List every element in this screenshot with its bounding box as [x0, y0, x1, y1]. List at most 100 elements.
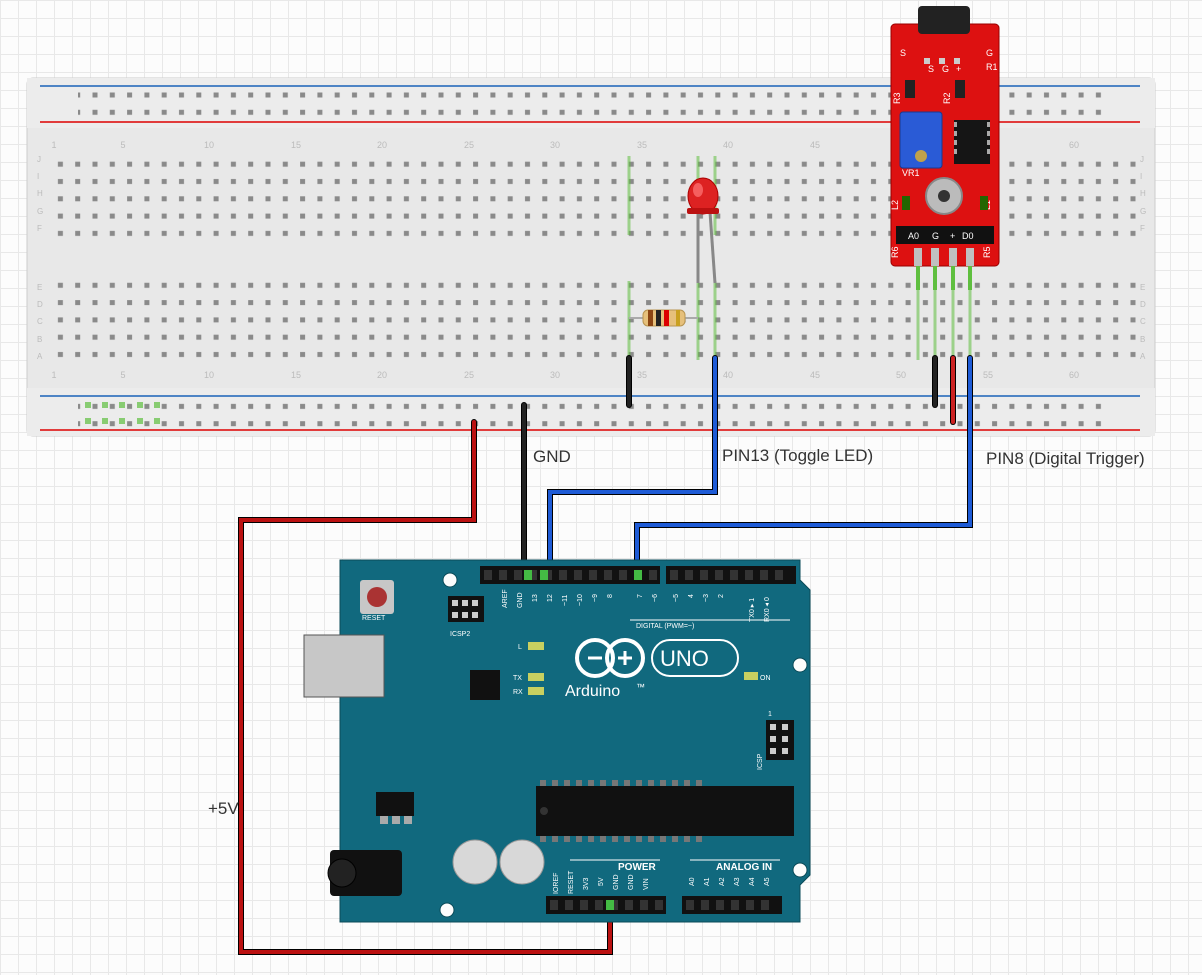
svg-text:+: +: [950, 231, 955, 241]
svg-text:Arduino: Arduino: [565, 683, 620, 700]
svg-text:45: 45: [810, 140, 820, 150]
svg-text:G: G: [942, 64, 949, 74]
svg-text:B: B: [1140, 335, 1145, 344]
svg-text:15: 15: [291, 140, 301, 150]
svg-text:C: C: [1140, 317, 1146, 326]
svg-text:R5: R5: [982, 246, 992, 258]
svg-text:G: G: [37, 207, 43, 216]
svg-text:45: 45: [810, 370, 820, 380]
svg-text:10: 10: [204, 140, 214, 150]
svg-text:A5: A5: [764, 877, 771, 886]
svg-text:3V3: 3V3: [583, 877, 590, 890]
svg-text:I: I: [1140, 172, 1142, 181]
svg-text:GND: GND: [613, 874, 620, 890]
svg-text:UNO: UNO: [660, 646, 709, 671]
svg-text:~9: ~9: [592, 594, 599, 602]
svg-text:J: J: [37, 155, 41, 164]
svg-text:5: 5: [120, 370, 125, 380]
svg-text:A4: A4: [749, 877, 756, 886]
svg-text:A0: A0: [689, 877, 696, 886]
svg-text:S: S: [928, 64, 934, 74]
svg-text:15: 15: [291, 370, 301, 380]
svg-text:G: G: [932, 231, 939, 241]
svg-text:7: 7: [637, 594, 644, 598]
svg-text:4: 4: [688, 594, 695, 598]
svg-text:40: 40: [723, 140, 733, 150]
svg-text:A2: A2: [719, 877, 726, 886]
svg-text:L: L: [518, 644, 522, 651]
svg-text:R2: R2: [942, 92, 952, 104]
svg-text:D0: D0: [962, 231, 974, 241]
svg-text:35: 35: [637, 140, 647, 150]
svg-text:E: E: [37, 283, 42, 292]
svg-text:C: C: [37, 317, 43, 326]
svg-text:ICSP: ICSP: [757, 753, 764, 770]
label-5v: +5V: [208, 799, 239, 819]
svg-text:G: G: [1140, 207, 1146, 216]
svg-text:D: D: [37, 300, 43, 309]
svg-text:F: F: [1140, 224, 1145, 233]
svg-text:R3: R3: [892, 92, 902, 104]
arduino-uno: RESET ICSP2 1 ICSP AREF GND: [304, 560, 810, 922]
svg-text:13: 13: [532, 594, 539, 602]
svg-text:35: 35: [637, 370, 647, 380]
svg-text:RX0 ◂ 0: RX0 ◂ 0: [764, 597, 771, 622]
svg-text:RESET: RESET: [568, 870, 575, 894]
svg-text:B: B: [37, 335, 42, 344]
svg-text:50: 50: [896, 370, 906, 380]
label-pin8: PIN8 (Digital Trigger): [986, 449, 1145, 469]
svg-text:E: E: [1140, 283, 1145, 292]
svg-text:40: 40: [723, 370, 733, 380]
svg-text:~5: ~5: [673, 594, 680, 602]
svg-text:DIGITAL (PWM=~): DIGITAL (PWM=~): [636, 623, 694, 630]
svg-text:55: 55: [983, 370, 993, 380]
svg-text:5V: 5V: [598, 877, 605, 886]
svg-text:60: 60: [1069, 370, 1079, 380]
svg-text:ICSP2: ICSP2: [450, 631, 470, 638]
svg-text:25: 25: [464, 370, 474, 380]
svg-text:A1: A1: [704, 877, 711, 886]
svg-text:R6: R6: [890, 246, 900, 258]
diagram-canvas: 1510 152025 303540 455055 60 1510 152025…: [0, 0, 1202, 975]
svg-text:60: 60: [1069, 140, 1079, 150]
svg-text:~6: ~6: [652, 594, 659, 602]
svg-text:8: 8: [607, 594, 614, 598]
label-gnd: GND: [533, 447, 571, 467]
svg-text:J: J: [1140, 155, 1144, 164]
svg-text:RX: RX: [513, 689, 523, 696]
svg-text:1: 1: [51, 140, 56, 150]
svg-text:GND: GND: [517, 592, 524, 608]
svg-text:10: 10: [204, 370, 214, 380]
svg-text:I: I: [37, 172, 39, 181]
svg-text:TX0 ▸ 1: TX0 ▸ 1: [749, 598, 756, 622]
svg-text:ON: ON: [760, 675, 771, 682]
svg-text:D: D: [1140, 300, 1146, 309]
svg-text:~3: ~3: [703, 594, 710, 602]
svg-text:20: 20: [377, 370, 387, 380]
svg-text:TX: TX: [513, 675, 522, 682]
svg-text:5: 5: [120, 140, 125, 150]
svg-text:G: G: [986, 48, 993, 58]
svg-text:A3: A3: [734, 877, 741, 886]
svg-text:IOREF: IOREF: [553, 873, 560, 894]
svg-text:R1: R1: [986, 62, 998, 72]
svg-text:RESET: RESET: [362, 615, 386, 622]
label-pin13: PIN13 (Toggle LED): [722, 446, 873, 466]
svg-text:ANALOG IN: ANALOG IN: [716, 862, 772, 873]
svg-text:A0: A0: [908, 231, 919, 241]
svg-text:12: 12: [547, 594, 554, 602]
svg-text:S: S: [900, 48, 906, 58]
svg-text:L2: L2: [890, 200, 900, 210]
svg-text:AREF: AREF: [502, 589, 509, 608]
svg-text:30: 30: [550, 370, 560, 380]
svg-text:20: 20: [377, 140, 387, 150]
svg-text:1: 1: [768, 711, 772, 718]
svg-text:VR1: VR1: [902, 168, 920, 178]
svg-text:VIN: VIN: [643, 878, 650, 890]
sound-sensor-module: S G R1 S G + R3 R2 VR1 L2 L1 A0 G + D0 R…: [890, 6, 999, 290]
svg-text:~11: ~11: [562, 595, 569, 606]
svg-text:F: F: [37, 224, 42, 233]
svg-text:H: H: [1140, 189, 1146, 198]
svg-text:~10: ~10: [577, 594, 584, 606]
svg-text:A: A: [37, 352, 43, 361]
